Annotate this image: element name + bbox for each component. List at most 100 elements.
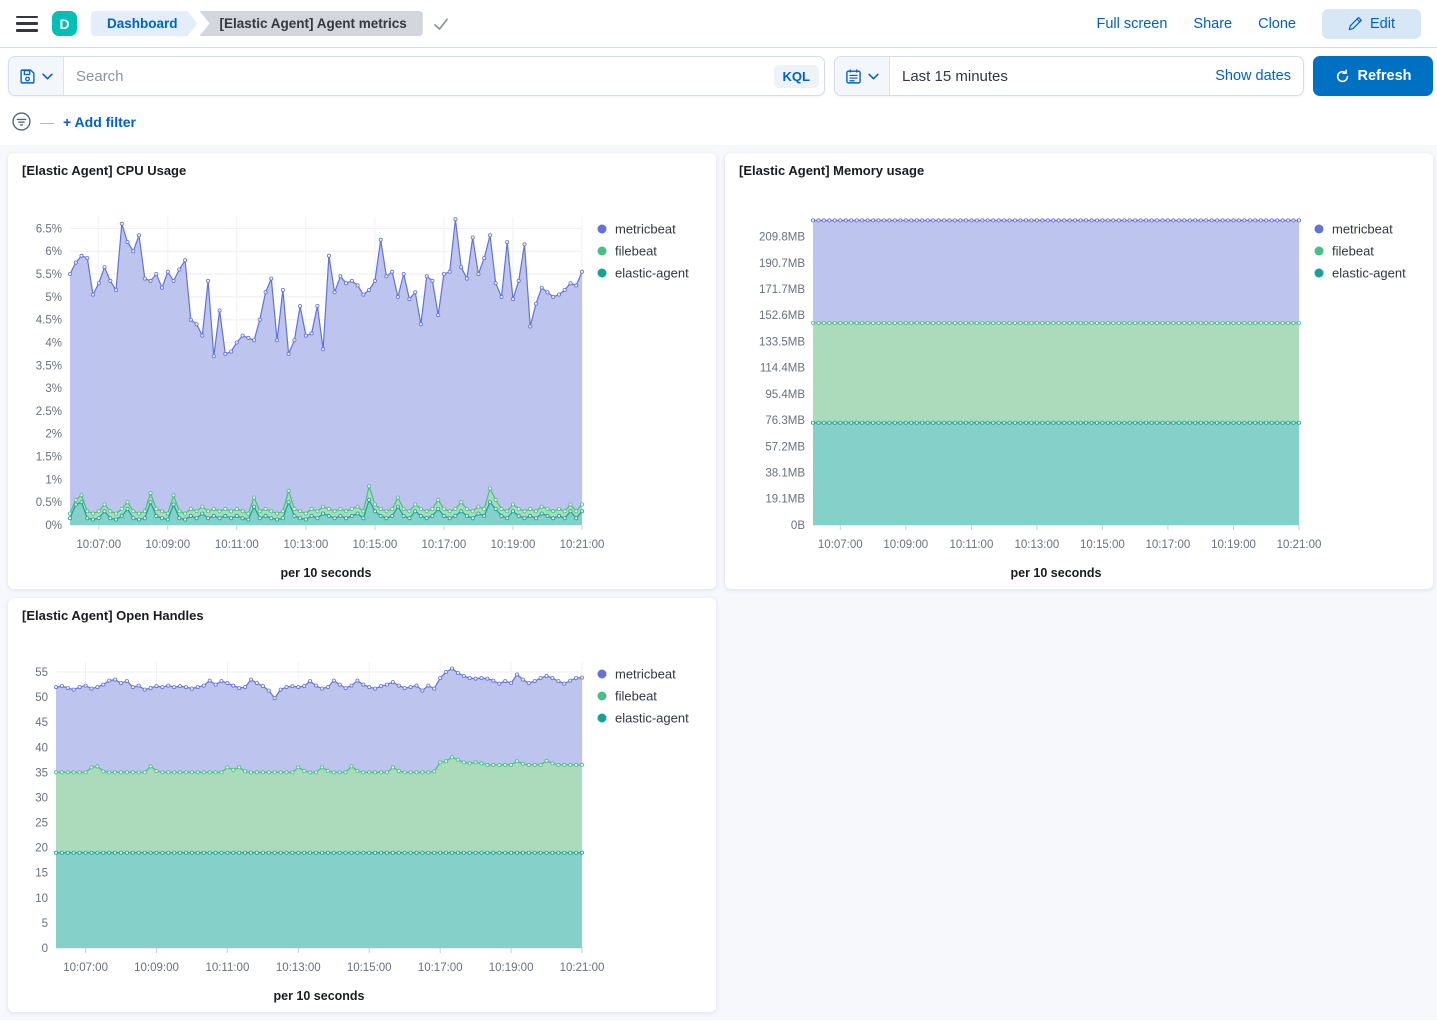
breadcrumb-current-page: [Elastic Agent] Agent metrics <box>200 11 423 36</box>
panel-title: [Elastic Agent] CPU Usage <box>8 153 716 183</box>
clone-button[interactable]: Clone <box>1258 16 1296 32</box>
legend-item-filebeat[interactable]: filebeat <box>1315 244 1375 259</box>
open-handles-chart[interactable]: 051015202530354045505510:07:0010:09:0010… <box>12 628 712 1010</box>
svg-text:10:21:00: 10:21:00 <box>1277 539 1322 551</box>
svg-text:10:07:00: 10:07:00 <box>76 539 121 551</box>
menu-hamburger-icon[interactable] <box>16 16 38 32</box>
svg-text:10:09:00: 10:09:00 <box>883 539 928 551</box>
svg-text:10:13:00: 10:13:00 <box>276 962 321 974</box>
svg-text:4.5%: 4.5% <box>36 315 62 327</box>
legend-item-elastic-agent[interactable]: elastic-agent <box>1315 266 1407 281</box>
svg-text:elastic-agent: elastic-agent <box>615 710 689 725</box>
svg-text:filebeat: filebeat <box>615 688 657 703</box>
svg-text:114.4MB: 114.4MB <box>760 363 806 375</box>
dashboard-grid: [Elastic Agent] CPU Usage 0%0.5%1%1.5%2%… <box>0 145 1437 1020</box>
breadcrumb: Dashboard [Elastic Agent] Agent metrics <box>91 11 449 36</box>
top-navigation-bar: D Dashboard [Elastic Agent] Agent metric… <box>0 0 1437 48</box>
svg-text:per 10 seconds: per 10 seconds <box>273 989 364 1003</box>
time-range-value[interactable]: Last 15 minutes <box>890 68 1203 85</box>
pencil-icon <box>1348 16 1363 31</box>
svg-text:10:19:00: 10:19:00 <box>491 539 536 551</box>
svg-text:metricbeat: metricbeat <box>1332 222 1393 237</box>
svg-text:10:17:00: 10:17:00 <box>1146 539 1191 551</box>
svg-text:per 10 seconds: per 10 seconds <box>1010 566 1101 580</box>
time-range-control: Last 15 minutes Show dates <box>834 56 1304 96</box>
svg-text:filebeat: filebeat <box>615 244 657 259</box>
panel-open-handles: [Elastic Agent] Open Handles 05101520253… <box>8 598 716 1012</box>
svg-text:10:11:00: 10:11:00 <box>949 539 993 551</box>
svg-text:30: 30 <box>35 792 48 804</box>
panel-title: [Elastic Agent] Memory usage <box>725 153 1433 183</box>
svg-text:50: 50 <box>35 692 48 704</box>
svg-text:38.1MB: 38.1MB <box>765 468 805 480</box>
svg-text:10:19:00: 10:19:00 <box>1211 539 1256 551</box>
breadcrumb-dashboard[interactable]: Dashboard <box>91 11 198 36</box>
svg-text:2%: 2% <box>45 429 62 441</box>
svg-text:5: 5 <box>42 917 48 929</box>
svg-text:10:09:00: 10:09:00 <box>134 962 179 974</box>
svg-text:133.5MB: 133.5MB <box>759 336 805 348</box>
memory-usage-chart[interactable]: 0B19.1MB38.1MB57.2MB76.3MB95.4MB114.4MB1… <box>729 183 1429 587</box>
edit-button[interactable]: Edit <box>1322 9 1421 39</box>
svg-text:0: 0 <box>42 943 48 955</box>
chevron-down-icon <box>868 73 879 80</box>
svg-text:metricbeat: metricbeat <box>615 666 676 681</box>
refresh-button[interactable]: Refresh <box>1313 56 1433 96</box>
svg-text:filebeat: filebeat <box>1332 244 1374 259</box>
panel-title: [Elastic Agent] Open Handles <box>8 598 716 628</box>
svg-text:10:11:00: 10:11:00 <box>215 539 259 551</box>
legend-item-filebeat[interactable]: filebeat <box>598 688 658 703</box>
filter-options-icon[interactable] <box>12 112 31 131</box>
svg-text:10:07:00: 10:07:00 <box>63 962 108 974</box>
legend-item-filebeat[interactable]: filebeat <box>598 244 658 259</box>
svg-text:metricbeat: metricbeat <box>615 222 676 237</box>
legend-item-metricbeat[interactable]: metricbeat <box>1315 222 1394 237</box>
svg-text:per 10 seconds: per 10 seconds <box>280 566 371 580</box>
legend-item-elastic-agent[interactable]: elastic-agent <box>598 710 690 725</box>
filter-divider: — <box>40 114 54 130</box>
svg-text:190.7MB: 190.7MB <box>759 258 805 270</box>
space-avatar[interactable]: D <box>52 11 77 36</box>
legend-item-metricbeat[interactable]: metricbeat <box>598 666 677 681</box>
legend-item-elastic-agent[interactable]: elastic-agent <box>598 266 690 281</box>
add-filter-button[interactable]: + Add filter <box>63 114 136 130</box>
kql-language-button[interactable]: KQL <box>774 65 819 88</box>
date-picker-menu-button[interactable] <box>835 57 890 95</box>
svg-text:3%: 3% <box>45 383 62 395</box>
svg-text:152.6MB: 152.6MB <box>759 310 805 322</box>
saved-query-menu-button[interactable] <box>9 57 64 95</box>
share-button[interactable]: Share <box>1193 16 1232 32</box>
svg-text:2.5%: 2.5% <box>36 406 62 418</box>
svg-text:10:13:00: 10:13:00 <box>1015 539 1060 551</box>
svg-text:10:15:00: 10:15:00 <box>353 539 398 551</box>
svg-text:10:21:00: 10:21:00 <box>560 962 605 974</box>
svg-text:10:17:00: 10:17:00 <box>418 962 463 974</box>
svg-text:6%: 6% <box>45 246 62 258</box>
refresh-icon <box>1335 69 1350 84</box>
filter-bar: — + Add filter <box>0 104 1437 145</box>
panel-cpu-usage: [Elastic Agent] CPU Usage 0%0.5%1%1.5%2%… <box>8 153 716 589</box>
svg-text:10: 10 <box>35 892 48 904</box>
save-icon <box>19 68 36 85</box>
svg-text:10:15:00: 10:15:00 <box>347 962 392 974</box>
svg-text:elastic-agent: elastic-agent <box>615 266 689 281</box>
svg-text:0.5%: 0.5% <box>36 497 62 509</box>
svg-text:171.7MB: 171.7MB <box>759 284 805 296</box>
refresh-button-label: Refresh <box>1358 68 1412 84</box>
cpu-usage-chart[interactable]: 0%0.5%1%1.5%2%2.5%3%3.5%4%4.5%5%5.5%6%6.… <box>12 183 712 587</box>
svg-text:1.5%: 1.5% <box>36 452 62 464</box>
svg-text:0%: 0% <box>45 520 62 532</box>
svg-text:57.2MB: 57.2MB <box>765 441 805 453</box>
svg-text:0B: 0B <box>791 520 805 532</box>
svg-text:40: 40 <box>35 742 48 754</box>
svg-text:10:19:00: 10:19:00 <box>489 962 534 974</box>
calendar-icon <box>845 68 862 85</box>
legend-item-metricbeat[interactable]: metricbeat <box>598 222 677 237</box>
saved-check-icon <box>433 17 449 31</box>
search-input[interactable] <box>64 57 774 95</box>
full-screen-button[interactable]: Full screen <box>1096 16 1167 32</box>
show-dates-button[interactable]: Show dates <box>1203 68 1303 84</box>
svg-text:10:15:00: 10:15:00 <box>1080 539 1125 551</box>
svg-text:5.5%: 5.5% <box>36 269 62 281</box>
svg-text:10:13:00: 10:13:00 <box>284 539 329 551</box>
